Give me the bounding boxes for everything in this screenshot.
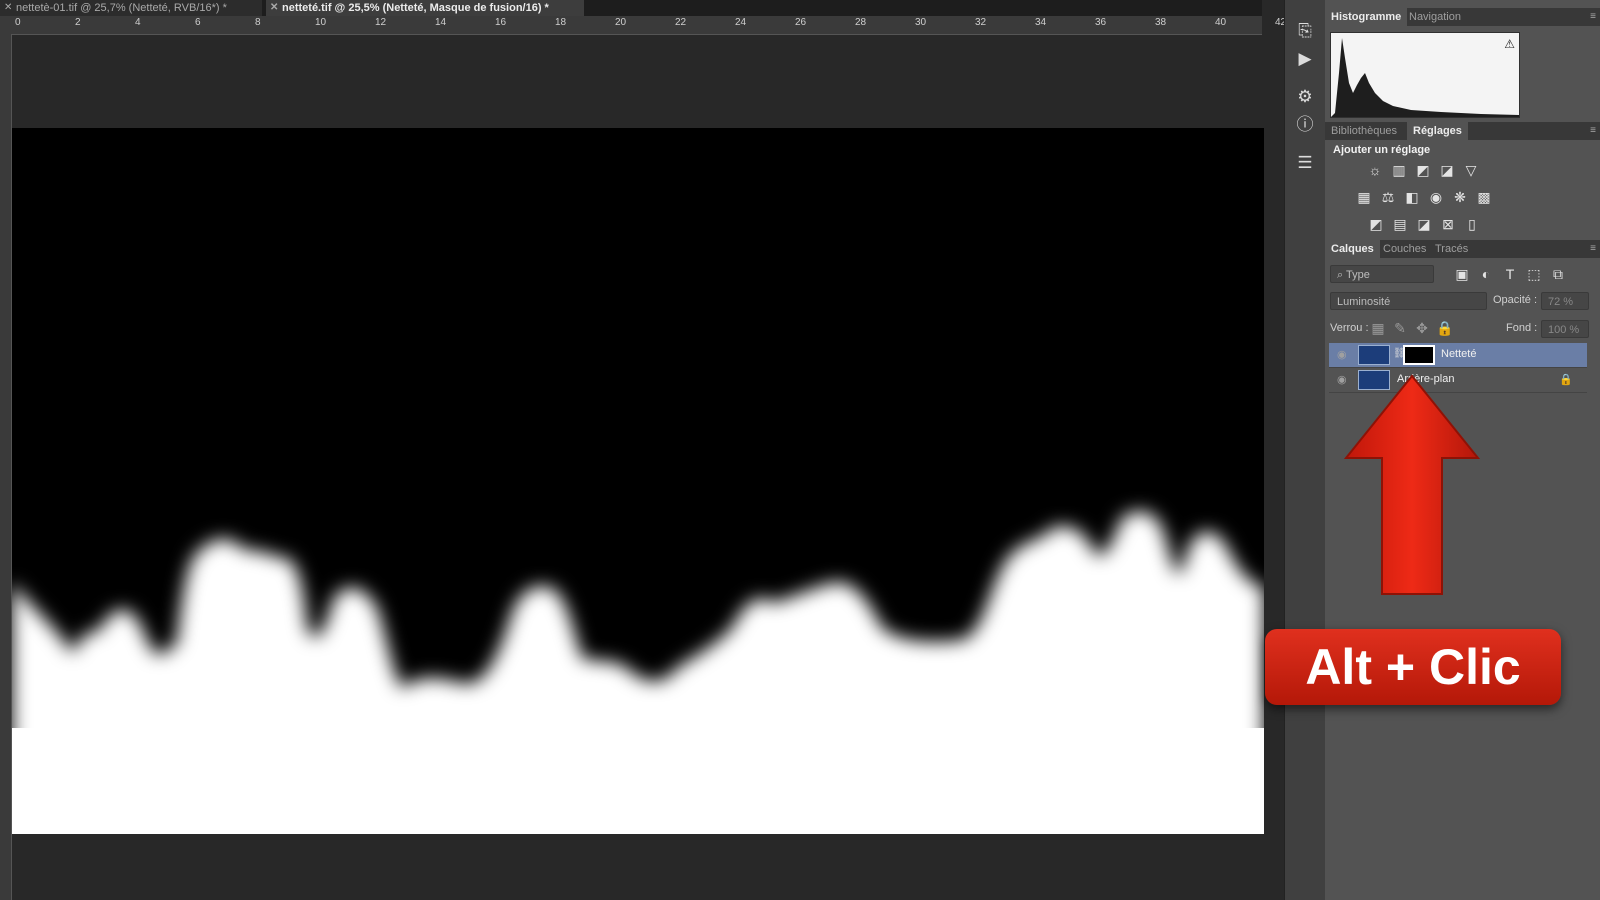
layer-filter-value: Type — [1346, 269, 1370, 281]
adjustments-title: Ajouter un réglage — [1333, 144, 1431, 156]
align-icon[interactable]: ☰ — [1293, 152, 1317, 174]
vibrance-icon[interactable]: ▽ — [1463, 162, 1479, 178]
ruler-mark: 4 — [135, 17, 141, 28]
ruler-mark: 24 — [735, 17, 747, 28]
panel-menu-icon[interactable]: ≡ — [1590, 8, 1596, 26]
histogram-graph — [1331, 33, 1519, 117]
lock-transparency-icon[interactable]: ▦ — [1370, 320, 1386, 336]
ruler-mark: 36 — [1095, 17, 1107, 28]
filter-pixel-icon[interactable]: ▣ — [1454, 266, 1470, 282]
layer-lock-icon: 🔒 — [1559, 374, 1573, 386]
tab-reglages[interactable]: Réglages — [1407, 122, 1468, 140]
ruler-mark: 12 — [375, 17, 387, 28]
lock-all-icon[interactable]: 🔒 — [1436, 320, 1453, 336]
tab-navigation[interactable]: Navigation — [1403, 8, 1467, 26]
invert-icon[interactable]: ◩ — [1368, 216, 1384, 232]
layer-mask-preview[interactable] — [12, 128, 1264, 834]
gradient-map-icon[interactable]: ▯ — [1464, 216, 1480, 232]
histogram-chart: ⚠ — [1330, 32, 1520, 118]
tab-histogramme[interactable]: Histogramme — [1325, 8, 1408, 26]
tab-calques[interactable]: Calques — [1325, 240, 1380, 258]
ruler-mark: 0 — [15, 17, 21, 28]
layer-name: Netteté — [1441, 348, 1477, 360]
close-icon[interactable]: ✕ — [4, 0, 12, 16]
fill-field[interactable]: 100 % — [1541, 320, 1589, 338]
document-tab-bar: ✕ nettetè-01.tif @ 25,7% (Netteté, RVB/1… — [0, 0, 1262, 16]
layers-panel-header: Calques Couches Tracés ≡ — [1325, 240, 1600, 258]
ruler-mark: 34 — [1035, 17, 1047, 28]
visibility-eye-icon[interactable]: ◉ — [1337, 349, 1351, 361]
layer-filter-select[interactable]: ⌕ Type — [1330, 265, 1434, 283]
color-lookup-icon[interactable]: ▩ — [1476, 189, 1492, 205]
ruler-mark: 30 — [915, 17, 927, 28]
ruler-mark: 14 — [435, 17, 447, 28]
history-icon[interactable]: ⎘ — [1293, 20, 1317, 42]
vertical-ruler[interactable] — [0, 34, 12, 900]
ruler-mark: 32 — [975, 17, 987, 28]
ruler-mark: 2 — [75, 17, 81, 28]
ruler-mark: 40 — [1215, 17, 1227, 28]
ruler-mark: 16 — [495, 17, 507, 28]
mask-image — [12, 511, 1264, 834]
ruler-mark: 18 — [555, 17, 567, 28]
layer-mask-thumbnail[interactable] — [1403, 345, 1435, 365]
layer-thumbnail — [1358, 345, 1390, 365]
exposure-icon[interactable]: ◪ — [1439, 162, 1455, 178]
document-tab-1[interactable]: ✕ nettetè-01.tif @ 25,7% (Netteté, RVB/1… — [0, 0, 262, 16]
adjustments-panel-header: Bibliothèques Réglages ≡ — [1325, 122, 1600, 140]
tab-bibliotheques[interactable]: Bibliothèques — [1325, 122, 1403, 140]
ruler-mark: 22 — [675, 17, 687, 28]
filter-shape-icon[interactable]: ⬚ — [1526, 266, 1542, 282]
play-actions-icon[interactable]: ▶ — [1293, 48, 1317, 70]
fill-value: 100 % — [1548, 324, 1580, 336]
color-balance-icon[interactable]: ⚖ — [1380, 189, 1396, 205]
histogram-panel-header: Histogramme Navigation ≡ — [1325, 8, 1600, 26]
fill-label: Fond : — [1506, 322, 1538, 334]
ruler-mark: 20 — [615, 17, 627, 28]
properties-icon[interactable]: ⚙ — [1293, 86, 1317, 108]
alt-click-callout: Alt + Clic — [1265, 629, 1561, 705]
filter-type-icon[interactable]: T — [1502, 266, 1518, 282]
posterize-icon[interactable]: ▤ — [1392, 216, 1408, 232]
ruler-mark: 8 — [255, 17, 261, 28]
warning-icon[interactable]: ⚠ — [1504, 37, 1515, 51]
channel-mixer-icon[interactable]: ❋ — [1452, 189, 1468, 205]
panel-icon-strip: ⎘ ▶ ⚙ ⓘ ☰ — [1284, 0, 1326, 900]
ruler-mark: 10 — [315, 17, 327, 28]
hue-saturation-icon[interactable]: ▦ — [1356, 189, 1372, 205]
panel-menu-icon[interactable]: ≡ — [1590, 122, 1596, 140]
blend-mode-select[interactable]: Luminosité — [1330, 292, 1487, 310]
document-tab-label: netteté.tif @ 25,5% (Netteté, Masque de … — [282, 2, 549, 14]
lock-pixels-icon[interactable]: ✎ — [1392, 320, 1408, 336]
black-white-icon[interactable]: ◧ — [1404, 189, 1420, 205]
panel-menu-icon[interactable]: ≡ — [1590, 240, 1596, 258]
selective-color-icon[interactable]: ⊠ — [1440, 216, 1456, 232]
opacity-field[interactable]: 72 % — [1541, 292, 1589, 310]
curves-icon[interactable]: ◩ — [1415, 162, 1431, 178]
filter-smart-object-icon[interactable]: ⧉ — [1550, 266, 1566, 282]
threshold-icon[interactable]: ◪ — [1416, 216, 1432, 232]
levels-icon[interactable]: ▥ — [1391, 162, 1407, 178]
layer-row-nettete[interactable]: ◉ ⛓ Netteté — [1329, 343, 1587, 368]
info-icon[interactable]: ⓘ — [1293, 114, 1317, 136]
document-tab-2[interactable]: ✕ netteté.tif @ 25,5% (Netteté, Masque d… — [266, 0, 584, 16]
blend-mode-value: Luminosité — [1337, 296, 1391, 308]
horizontal-ruler[interactable]: 0 2 4 6 8 10 12 14 16 18 20 22 24 26 28 30 32 34 36 38 40 42 — [0, 16, 1286, 35]
filter-adjustment-icon[interactable]: ◐ — [1478, 266, 1494, 282]
ruler-mark: 6 — [195, 17, 201, 28]
tab-traces[interactable]: Tracés — [1429, 240, 1474, 258]
red-arrow-annotation — [1343, 374, 1481, 595]
lock-position-icon[interactable]: ✥ — [1414, 320, 1430, 336]
opacity-value: 72 % — [1548, 296, 1574, 308]
tab-couches[interactable]: Couches — [1377, 240, 1432, 258]
document-tab-label: nettetè-01.tif @ 25,7% (Netteté, RVB/16*… — [16, 2, 227, 14]
close-icon[interactable]: ✕ — [270, 0, 278, 16]
photo-filter-icon[interactable]: ◉ — [1428, 189, 1444, 205]
brightness-icon[interactable]: ☼ — [1367, 162, 1383, 178]
lock-label: Verrou : — [1330, 322, 1369, 334]
ruler-mark: 38 — [1155, 17, 1167, 28]
opacity-label: Opacité : — [1493, 294, 1538, 306]
ruler-mark: 26 — [795, 17, 807, 28]
ruler-mark: 28 — [855, 17, 867, 28]
